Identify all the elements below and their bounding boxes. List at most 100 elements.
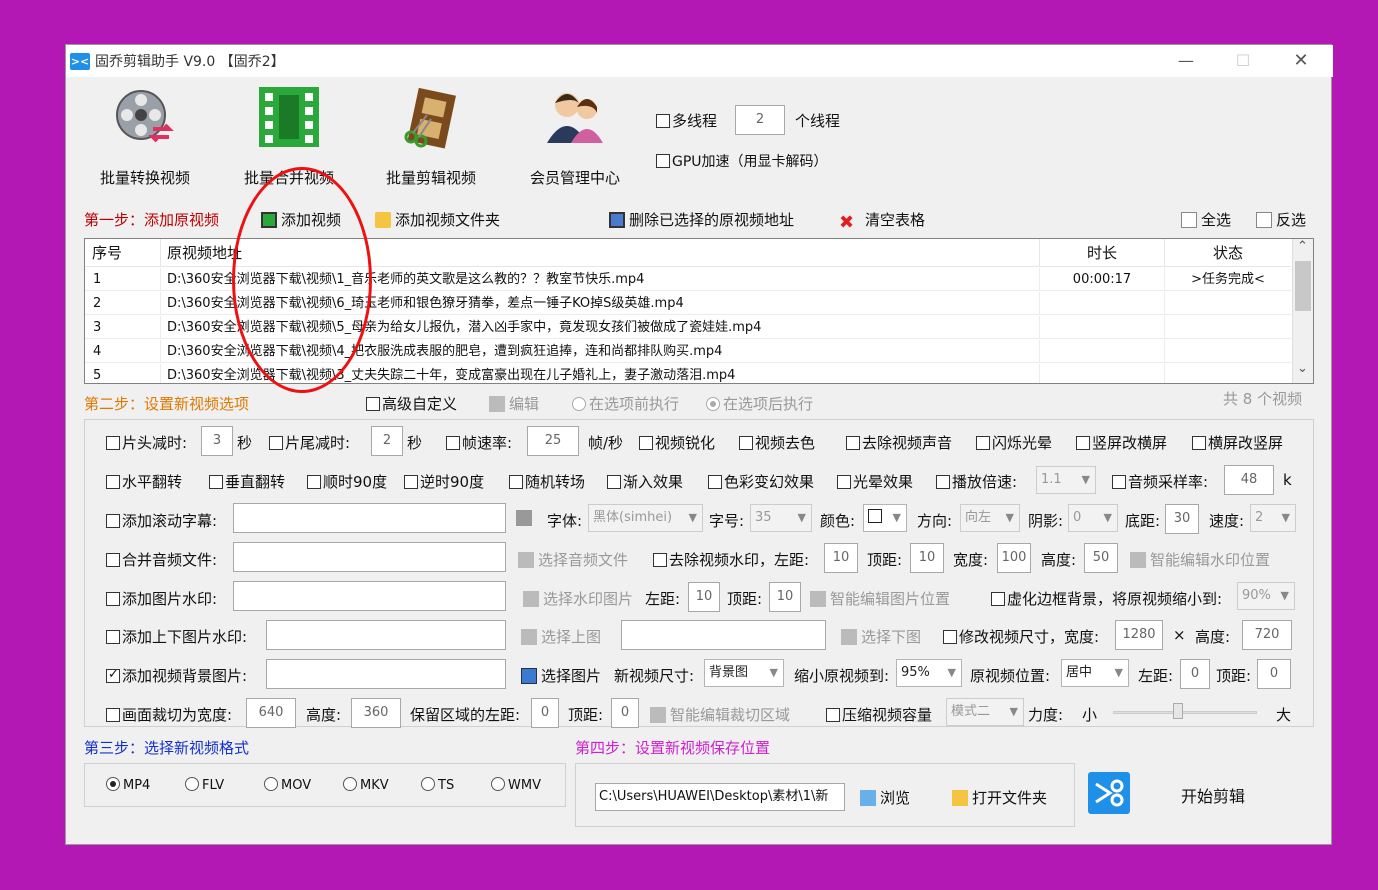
resize-width-input[interactable]: 1280 bbox=[1115, 620, 1163, 650]
advanced-checkbox[interactable]: 高级自定义 bbox=[366, 393, 457, 414]
shrink-select[interactable]: 95% ▼ bbox=[896, 659, 962, 687]
cw90-checkbox[interactable]: 顺时90度 bbox=[307, 471, 387, 492]
head-cut-checkbox[interactable]: 片头减时: bbox=[106, 432, 187, 453]
position-select[interactable]: 居中 ▼ bbox=[1061, 659, 1129, 687]
ccw90-checkbox[interactable]: 逆时90度 bbox=[404, 471, 484, 492]
thread-count-input[interactable]: 2 bbox=[735, 105, 785, 135]
resize-height-input[interactable]: 720 bbox=[1242, 620, 1292, 650]
speed-select[interactable]: 1.1 ▼ bbox=[1036, 466, 1096, 494]
choose-bottom-button[interactable]: 选择下图 bbox=[841, 626, 921, 647]
color-picker[interactable]: ▼ bbox=[863, 504, 907, 532]
wm-left-input[interactable]: 10 bbox=[824, 543, 858, 573]
choose-watermark-button[interactable]: 选择水印图片 bbox=[523, 588, 633, 609]
shadow-select[interactable]: 0 ▼ bbox=[1068, 504, 1118, 532]
format-radio-ts[interactable]: TS bbox=[421, 777, 454, 793]
fps-checkbox[interactable]: 帧速率: bbox=[446, 432, 512, 453]
choose-image-button[interactable]: 选择图片 bbox=[521, 665, 601, 686]
minimize-button[interactable]: — bbox=[1163, 45, 1209, 77]
image-watermark-input[interactable] bbox=[233, 581, 506, 611]
multithread-checkbox[interactable]: 多线程 bbox=[656, 110, 717, 131]
close-button[interactable]: ✕ bbox=[1278, 45, 1324, 77]
open-folder-button[interactable]: 打开文件夹 bbox=[952, 787, 1047, 808]
h2v-checkbox[interactable]: 横屏改竖屏 bbox=[1192, 432, 1283, 453]
remove-watermark-checkbox[interactable]: 去除视频水印，左距: bbox=[653, 549, 809, 570]
random-transition-checkbox[interactable]: 随机转场 bbox=[509, 471, 585, 492]
subtitle-input[interactable] bbox=[233, 503, 506, 533]
bottom-input[interactable]: 30 bbox=[1165, 504, 1199, 534]
batch-convert-button[interactable]: 批量转换视频 bbox=[75, 85, 215, 188]
bg-left-input[interactable]: 0 bbox=[1180, 659, 1210, 689]
text-style-icon[interactable] bbox=[516, 510, 532, 526]
format-radio-wmv[interactable]: WMV bbox=[491, 777, 541, 793]
crop-height-input[interactable]: 360 bbox=[351, 698, 401, 728]
direction-select[interactable]: 向左 ▼ bbox=[960, 504, 1020, 532]
resize-checkbox[interactable]: 修改视频尺寸，宽度: bbox=[943, 626, 1099, 647]
maximize-button[interactable]: ☐ bbox=[1220, 45, 1266, 77]
subtitle-checkbox[interactable]: 添加滚动字幕: bbox=[106, 510, 217, 531]
flash-checkbox[interactable]: 闪烁光晕 bbox=[976, 432, 1052, 453]
wm-top-input[interactable]: 10 bbox=[910, 543, 944, 573]
clear-table-button[interactable]: ✖ 清空表格 bbox=[839, 209, 925, 232]
tail-cut-checkbox[interactable]: 片尾减时: bbox=[269, 432, 350, 453]
bottom-image-input[interactable] bbox=[621, 620, 826, 650]
sample-rate-input[interactable]: 48 bbox=[1224, 465, 1274, 495]
crop-checkbox[interactable]: 画面裁切为宽度: bbox=[106, 704, 232, 725]
choose-audio-button[interactable]: 选择音频文件 bbox=[518, 549, 628, 570]
hflip-checkbox[interactable]: 水平翻转 bbox=[106, 471, 182, 492]
compress-slider[interactable] bbox=[1113, 703, 1257, 723]
font-select[interactable]: 黑体(simhei) ▼ bbox=[588, 504, 703, 532]
scroll-speed-select[interactable]: 2 ▼ bbox=[1250, 504, 1296, 532]
after-radio[interactable]: 在选项后执行 bbox=[706, 393, 813, 414]
new-size-select[interactable]: 背景图 ▼ bbox=[704, 659, 784, 687]
edit-button[interactable]: 编辑 bbox=[489, 393, 539, 414]
sharpen-checkbox[interactable]: 视频锐化 bbox=[639, 432, 715, 453]
add-folder-button[interactable]: 添加视频文件夹 bbox=[375, 209, 500, 230]
scroll-up-icon[interactable]: ⌃ bbox=[1297, 239, 1308, 254]
iw-top-input[interactable]: 10 bbox=[769, 582, 801, 612]
wm-height-input[interactable]: 50 bbox=[1084, 543, 1118, 573]
vflip-checkbox[interactable]: 垂直翻转 bbox=[209, 471, 285, 492]
fps-input[interactable]: 25 bbox=[527, 426, 579, 456]
speed-checkbox[interactable]: 播放倍速: bbox=[936, 471, 1017, 492]
halo-checkbox[interactable]: 光晕效果 bbox=[837, 471, 913, 492]
delete-selected-button[interactable]: 删除已选择的原视频地址 bbox=[609, 209, 794, 230]
format-radio-mkv[interactable]: MKV bbox=[343, 777, 389, 793]
merge-audio-checkbox[interactable]: 合并音频文件: bbox=[106, 549, 217, 570]
size-select[interactable]: 35 ▼ bbox=[750, 504, 812, 532]
gpu-checkbox[interactable]: GPU加速（用显卡解码） bbox=[656, 151, 828, 171]
smart-image-button[interactable]: 智能编辑图片位置 bbox=[810, 588, 950, 609]
top-bottom-image-checkbox[interactable]: 添加上下图片水印: bbox=[106, 626, 247, 647]
decolor-checkbox[interactable]: 视频去色 bbox=[739, 432, 815, 453]
choose-top-button[interactable]: 选择上图 bbox=[521, 626, 601, 647]
tail-cut-input[interactable]: 2 bbox=[371, 426, 403, 456]
scissors-icon[interactable] bbox=[1088, 772, 1130, 814]
bg-image-checkbox[interactable]: 添加视频背景图片: bbox=[106, 665, 247, 686]
before-radio[interactable]: 在选项前执行 bbox=[572, 393, 679, 414]
format-radio-mov[interactable]: MOV bbox=[264, 777, 311, 793]
browse-button[interactable]: 浏览 bbox=[860, 787, 910, 808]
color-fx-checkbox[interactable]: 色彩变幻效果 bbox=[708, 471, 814, 492]
compress-checkbox[interactable]: 压缩视频容量 bbox=[826, 704, 932, 725]
keep-left-input[interactable]: 0 bbox=[531, 698, 559, 728]
wm-width-input[interactable]: 100 bbox=[997, 543, 1031, 573]
v2h-checkbox[interactable]: 竖屏改横屏 bbox=[1076, 432, 1167, 453]
smart-crop-button[interactable]: 智能编辑裁切区域 bbox=[650, 704, 790, 725]
format-radio-flv[interactable]: FLV bbox=[185, 777, 224, 793]
blur-scale-select[interactable]: 90% ▼ bbox=[1237, 582, 1295, 610]
keep-top-input[interactable]: 0 bbox=[611, 698, 639, 728]
audio-file-input[interactable] bbox=[233, 542, 506, 572]
save-path-input[interactable]: C:\Users\HUAWEI\Desktop\素材\1\新 bbox=[595, 783, 845, 811]
fade-in-checkbox[interactable]: 渐入效果 bbox=[607, 471, 683, 492]
remove-audio-checkbox[interactable]: 去除视频声音 bbox=[846, 432, 952, 453]
start-button[interactable]: 开始剪辑 bbox=[1181, 783, 1245, 807]
smart-watermark-button[interactable]: 智能编辑水印位置 bbox=[1130, 549, 1270, 570]
blur-border-checkbox[interactable]: 虚化边框背景，将原视频缩小到: bbox=[991, 588, 1222, 609]
compress-mode-select[interactable]: 模式二 ▼ bbox=[946, 698, 1024, 726]
sample-rate-checkbox[interactable]: 音频采样率: bbox=[1112, 471, 1208, 492]
bg-image-input[interactable] bbox=[266, 659, 506, 689]
select-all-button[interactable]: 全选 bbox=[1181, 209, 1231, 230]
crop-width-input[interactable]: 640 bbox=[246, 698, 296, 728]
bg-top-input[interactable]: 0 bbox=[1257, 659, 1291, 689]
slider-thumb[interactable] bbox=[1173, 703, 1183, 719]
table-scrollbar[interactable]: ⌃ ⌄ bbox=[1292, 239, 1313, 383]
